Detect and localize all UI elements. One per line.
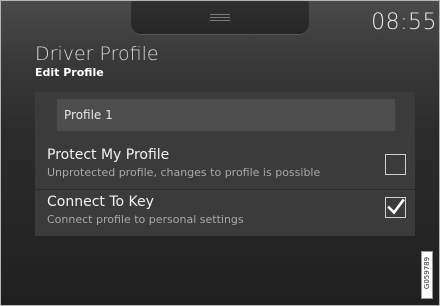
protect-profile-checkbox[interactable] (385, 154, 406, 175)
connect-to-key-label: Connect To Key (47, 194, 154, 210)
image-code-text: G059789 (423, 256, 431, 290)
pull-down-handle[interactable] (131, 1, 309, 35)
connect-to-key-checkbox[interactable] (385, 197, 406, 218)
clock: 08:55 (371, 10, 437, 35)
page-header: Driver Profile Edit Profile (35, 43, 159, 81)
connect-to-key-row[interactable]: Connect To Key Connect profile to person… (35, 190, 415, 236)
checkmark-icon (387, 198, 405, 215)
image-code: G059789 (421, 251, 433, 299)
protect-profile-description: Unprotected profile, changes to profile … (47, 166, 321, 179)
protect-profile-label: Protect My Profile (47, 147, 170, 163)
page-title: Driver Profile (35, 43, 159, 65)
settings-panel: Profile 1 Protect My Profile Unprotected… (35, 92, 415, 236)
protect-profile-row[interactable]: Protect My Profile Unprotected profile, … (35, 143, 415, 190)
page-subtitle: Edit Profile (35, 66, 104, 79)
grip-icon (210, 14, 230, 21)
profile-name-field[interactable]: Profile 1 (57, 99, 395, 131)
screen: 08:55 Driver Profile Edit Profile Profil… (0, 0, 440, 306)
connect-to-key-description: Connect profile to personal settings (47, 213, 244, 226)
